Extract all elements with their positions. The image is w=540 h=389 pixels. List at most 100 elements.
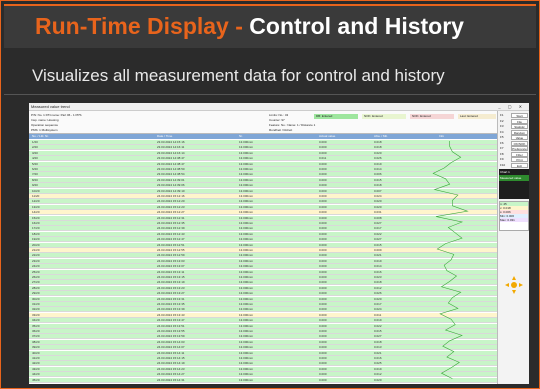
side-toolbar: F1 Start F2 File F3 Statistic F4 Random F5 Value F…	[497, 111, 529, 384]
column-header[interactable]: Info	[439, 134, 444, 138]
header-mid-2: Counter: 97	[269, 118, 285, 122]
table-row[interactable]: 28/20 24.03.2024 15:13:23 13.000mm 0.000 0.0…	[29, 285, 497, 291]
table-cell: 0.025	[374, 361, 382, 366]
table-row[interactable]: 8/20 23.03.2024 14:39:01 13.000mm 0.000 0.01…	[29, 177, 497, 183]
table-row[interactable]: 32/20 24.03.2024 15:13:39 13.000mm 0.000 0.0…	[29, 307, 497, 313]
table-row[interactable]: 26/20 24.03.2024 15:13:15 13.000mm 0.000 0.0…	[29, 275, 497, 280]
column-header[interactable]: No. / Lfd. Nr.	[32, 134, 49, 138]
table-row[interactable]: 20/20 24.03.2024 15:12:51 13.000mm 0.000 0.0…	[29, 242, 497, 248]
table-cell: 0.000	[319, 188, 327, 193]
table-row[interactable]: 2/20 23.03.2024 14:16:11 13.000mm 0.000 0.01…	[29, 145, 497, 151]
table-row[interactable]: 37/20 24.03.2024 15:13:59 13.000mm 0.000 0.0…	[29, 334, 497, 340]
table-cell: 17/20	[32, 226, 40, 231]
table-row[interactable]: 42/20 24.03.2024 15:14:19 13.000mm 0.000 0.0…	[29, 361, 497, 367]
table-row[interactable]: 3/20 23.03.2024 14:16:14 13.000mm 0.000 0.02…	[29, 150, 497, 156]
table-cell: 24.03.2024 15:13:59	[157, 334, 185, 339]
table-row[interactable]: 43/20 24.03.2024 15:14:23 13.000mm 0.000 0.0…	[29, 366, 497, 372]
table-row[interactable]: 6/20 23.03.2024 14:38:50 13.000mm 0.000 0.01…	[29, 167, 497, 172]
table-cell: 24.03.2024 15:13:15	[157, 275, 185, 279]
table-row[interactable]: 14/20 24.03.2024 15:12:27 13.000mm 0.000 0.0…	[29, 210, 497, 216]
title-main-text: Control and History	[249, 13, 464, 39]
table-row[interactable]: 41/20 24.03.2024 15:14:15 13.000mm 0.000 0.0…	[29, 356, 497, 361]
function-key-label: F2	[500, 118, 504, 123]
column-header[interactable]: Nr.	[239, 134, 243, 138]
function-key-button[interactable]: F3 Statistic	[499, 124, 529, 129]
table-cell: 24.03.2024 15:12:55	[157, 248, 185, 252]
table-row[interactable]: 19/20 24.03.2024 15:12:47 13.000mm 0.000 0.0…	[29, 237, 497, 243]
function-key-button[interactable]: F8 Filter	[499, 151, 529, 157]
table-cell: 0.000	[319, 172, 327, 177]
table-row[interactable]: 27/20 24.03.2024 15:13:19 13.000mm 0.000 0.0…	[29, 280, 497, 286]
table-row[interactable]: 36/20 24.03.2024 15:13:55 13.000mm 0.000 0.0…	[29, 329, 497, 334]
table-cell: 0.000	[319, 307, 327, 312]
table-row[interactable]: 11/20 24.03.2024 15:12:16 13.000mm 0.000 0.0…	[29, 194, 497, 199]
table-row[interactable]: 39/20 24.03.2024 15:14:07 13.000mm 0.000 0.0…	[29, 345, 497, 351]
table-row[interactable]: 33/20 24.03.2024 15:13:43 13.000mm 0.000 0.0…	[29, 312, 497, 318]
table-row[interactable]: 4/20 23.03.2024 14:38:47 13.000mm 0.011 0.02…	[29, 156, 497, 162]
table-row[interactable]: 13/20 24.03.2024 15:12:23 13.000mm 0.000 0.0…	[29, 204, 497, 210]
header-line-1: P/N: No. 1 P/N name: Part 06 - 1 PPS	[31, 113, 82, 117]
table-row[interactable]: 24/20 24.03.2024 15:13:07 13.000mm 0.000 0.0…	[29, 264, 497, 270]
column-header[interactable]: Actual value	[319, 134, 335, 138]
function-key-button[interactable]: F4 Random	[499, 129, 529, 135]
table-row[interactable]: 16/20 24.03.2024 15:12:35 13.000mm 0.000 0.0…	[29, 221, 497, 226]
table-row[interactable]: 1/20 23.03.2024 14:15:16 13.000mm 0.000 0.01…	[29, 140, 497, 145]
table-cell: 24.03.2024 15:12:47	[157, 237, 185, 242]
table-cell: 0.000	[319, 258, 327, 263]
table-cell: 13.000mm	[239, 226, 254, 231]
table-row[interactable]: 10/20 23.03.2024 14:39:10 13.000mm 0.000 0.0…	[29, 188, 497, 194]
measurement-table[interactable]: No. / Lfd. Nr. Date / Time Nr. Actual va…	[29, 134, 497, 384]
table-cell: 0.027	[374, 221, 382, 225]
table-cell: 0.000	[319, 226, 327, 231]
function-key-button[interactable]: F5 Value	[499, 135, 529, 140]
table-cell: 24.03.2024 15:12:35	[157, 221, 185, 225]
table-row[interactable]: 17/20 24.03.2024 15:12:39 13.000mm 0.000 0.0…	[29, 226, 497, 232]
function-key-button[interactable]: F9 Print	[499, 157, 529, 162]
table-cell: 0.031	[374, 210, 382, 215]
table-row[interactable]: 31/20 24.03.2024 15:13:35 13.000mm 0.000 0.0…	[29, 302, 497, 307]
table-row[interactable]: 5/20 23.03.2024 14:38:47 13.000mm 0.000 0.01…	[29, 161, 497, 167]
table-cell: 13.000mm	[239, 145, 254, 150]
table-row[interactable]: 15/20 24.03.2024 15:12:31 13.000mm 0.000 0.0…	[29, 215, 497, 221]
table-cell: 13.000mm	[239, 188, 254, 193]
table-cell: 0.019	[374, 366, 382, 371]
window-controls[interactable]: _ ▢ ✕	[498, 104, 525, 109]
function-key-button[interactable]: F7 Preference	[499, 146, 529, 151]
table-row[interactable]: 18/20 24.03.2024 15:12:43 13.000mm 0.000 0.0…	[29, 231, 497, 237]
table-cell: 0.018	[374, 145, 382, 150]
table-cell: 0.022	[374, 323, 382, 328]
table-row[interactable]: 45/20 24.03.2024 15:14:31 13.000mm 0.000 0.0…	[29, 377, 497, 383]
column-header[interactable]: Abw. / Mit.	[374, 134, 388, 138]
table-row[interactable]: 9/20 23.03.2024 14:39:06 13.000mm 0.000 0.01…	[29, 183, 497, 189]
function-key-button[interactable]: F1 Start	[499, 113, 529, 118]
table-row[interactable]: 29/20 24.03.2024 15:13:27 13.000mm 0.000 0.0…	[29, 291, 497, 297]
table-row[interactable]: 21/20 24.03.2024 15:12:55 13.000mm 0.000 0.0…	[29, 248, 497, 253]
function-key-button[interactable]: F6 OK/NOK	[499, 140, 529, 146]
table-cell: 13.000mm	[239, 307, 254, 312]
table-cell: 42/20	[32, 361, 40, 366]
table-row[interactable]: 38/20 24.03.2024 15:14:03 13.000mm 0.000 0.0…	[29, 339, 497, 345]
table-cell: 23.03.2024 14:15:16	[157, 140, 185, 144]
navigation-pad-icon[interactable]	[504, 275, 524, 295]
table-row[interactable]: 40/20 24.03.2024 15:14:11 13.000mm 0.000 0.0…	[29, 350, 497, 356]
table-cell: 13.000mm	[239, 183, 254, 188]
function-key-button[interactable]: F10 Exit	[499, 162, 529, 168]
table-cell: 24/20	[32, 264, 40, 269]
table-row[interactable]: 22/20 24.03.2024 15:12:59 13.000mm 0.000 0.0…	[29, 253, 497, 259]
table-row[interactable]: 23/20 24.03.2024 15:13:03 13.000mm 0.000 0.0…	[29, 258, 497, 264]
table-cell: 0.018	[374, 140, 382, 144]
table-cell: 7/20	[32, 172, 38, 177]
table-cell: 13.000mm	[239, 161, 254, 166]
table-row[interactable]: 35/20 24.03.2024 15:13:51 13.000mm 0.000 0.0…	[29, 323, 497, 329]
table-cell: 13.000mm	[239, 366, 254, 371]
table-row[interactable]: 44/20 24.03.2024 15:14:27 13.000mm 0.000 0.0…	[29, 372, 497, 378]
table-row[interactable]: 12/20 24.03.2024 15:12:20 13.000mm 0.000 0.0…	[29, 199, 497, 205]
table-cell: 0.026	[374, 156, 382, 161]
column-header[interactable]: Date / Time	[157, 134, 172, 138]
table-row[interactable]: 7/20 23.03.2024 14:38:54 13.000mm 0.000 0.00…	[29, 172, 497, 178]
table-cell: 0.012	[374, 285, 382, 290]
function-key-button[interactable]: F2 File	[499, 118, 529, 124]
table-row[interactable]: 30/20 24.03.2024 15:13:31 13.000mm 0.000 0.0…	[29, 296, 497, 302]
table-row[interactable]: 34/20 24.03.2024 15:13:47 13.000mm 0.000 0.0…	[29, 318, 497, 324]
table-row[interactable]: 25/20 24.03.2024 15:13:11 13.000mm 0.000 0.0…	[29, 269, 497, 275]
